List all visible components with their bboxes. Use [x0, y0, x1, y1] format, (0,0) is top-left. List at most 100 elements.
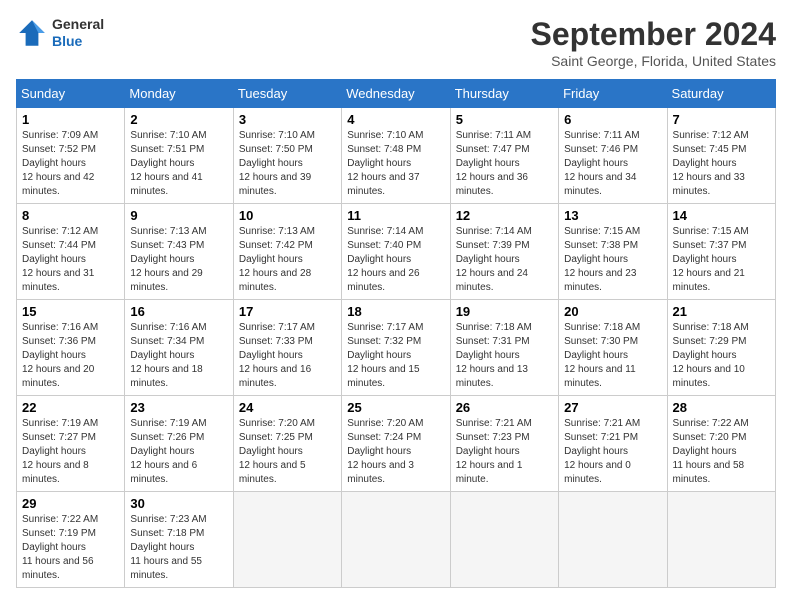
- day-number: 29: [22, 496, 119, 511]
- day-cell: 12 Sunrise: 7:14 AM Sunset: 7:39 PM Dayl…: [450, 204, 558, 300]
- day-cell: 9 Sunrise: 7:13 AM Sunset: 7:43 PM Dayli…: [125, 204, 233, 300]
- day-info: Sunrise: 7:14 AM Sunset: 7:39 PM Dayligh…: [456, 225, 553, 295]
- day-cell: 7 Sunrise: 7:12 AM Sunset: 7:45 PM Dayli…: [667, 108, 775, 204]
- day-info: Sunrise: 7:23 AM Sunset: 7:18 PM Dayligh…: [130, 513, 227, 583]
- col-friday: Friday: [559, 80, 667, 108]
- day-number: 16: [130, 304, 227, 319]
- day-cell: 30 Sunrise: 7:23 AM Sunset: 7:18 PM Dayl…: [125, 492, 233, 588]
- day-cell: 26 Sunrise: 7:21 AM Sunset: 7:23 PM Dayl…: [450, 396, 558, 492]
- day-number: 5: [456, 112, 553, 127]
- day-number: 4: [347, 112, 444, 127]
- day-number: 22: [22, 400, 119, 415]
- day-info: Sunrise: 7:17 AM Sunset: 7:33 PM Dayligh…: [239, 321, 336, 391]
- day-cell: 18 Sunrise: 7:17 AM Sunset: 7:32 PM Dayl…: [342, 300, 450, 396]
- day-number: 21: [673, 304, 770, 319]
- day-cell: 10 Sunrise: 7:13 AM Sunset: 7:42 PM Dayl…: [233, 204, 341, 300]
- day-cell: 25 Sunrise: 7:20 AM Sunset: 7:24 PM Dayl…: [342, 396, 450, 492]
- col-thursday: Thursday: [450, 80, 558, 108]
- col-monday: Monday: [125, 80, 233, 108]
- day-number: 23: [130, 400, 227, 415]
- title-block: September 2024 Saint George, Florida, Un…: [531, 16, 776, 69]
- logo: General Blue: [16, 16, 104, 50]
- day-cell: 28 Sunrise: 7:22 AM Sunset: 7:20 PM Dayl…: [667, 396, 775, 492]
- day-number: 18: [347, 304, 444, 319]
- day-info: Sunrise: 7:11 AM Sunset: 7:47 PM Dayligh…: [456, 129, 553, 199]
- day-number: 24: [239, 400, 336, 415]
- day-info: Sunrise: 7:10 AM Sunset: 7:48 PM Dayligh…: [347, 129, 444, 199]
- day-number: 11: [347, 208, 444, 223]
- day-info: Sunrise: 7:13 AM Sunset: 7:43 PM Dayligh…: [130, 225, 227, 295]
- day-cell: 1 Sunrise: 7:09 AM Sunset: 7:52 PM Dayli…: [17, 108, 125, 204]
- day-number: 3: [239, 112, 336, 127]
- logo-general: General: [52, 16, 104, 33]
- day-cell: 23 Sunrise: 7:19 AM Sunset: 7:26 PM Dayl…: [125, 396, 233, 492]
- day-number: 9: [130, 208, 227, 223]
- day-number: 12: [456, 208, 553, 223]
- day-number: 1: [22, 112, 119, 127]
- col-tuesday: Tuesday: [233, 80, 341, 108]
- day-info: Sunrise: 7:16 AM Sunset: 7:34 PM Dayligh…: [130, 321, 227, 391]
- day-cell: 17 Sunrise: 7:17 AM Sunset: 7:33 PM Dayl…: [233, 300, 341, 396]
- day-info: Sunrise: 7:13 AM Sunset: 7:42 PM Dayligh…: [239, 225, 336, 295]
- day-number: 7: [673, 112, 770, 127]
- day-info: Sunrise: 7:16 AM Sunset: 7:36 PM Dayligh…: [22, 321, 119, 391]
- day-info: Sunrise: 7:10 AM Sunset: 7:50 PM Dayligh…: [239, 129, 336, 199]
- day-info: Sunrise: 7:10 AM Sunset: 7:51 PM Dayligh…: [130, 129, 227, 199]
- day-cell: 11 Sunrise: 7:14 AM Sunset: 7:40 PM Dayl…: [342, 204, 450, 300]
- day-info: Sunrise: 7:19 AM Sunset: 7:26 PM Dayligh…: [130, 417, 227, 487]
- day-info: Sunrise: 7:21 AM Sunset: 7:21 PM Dayligh…: [564, 417, 661, 487]
- day-info: Sunrise: 7:18 AM Sunset: 7:30 PM Dayligh…: [564, 321, 661, 391]
- day-number: 8: [22, 208, 119, 223]
- day-number: 6: [564, 112, 661, 127]
- day-info: Sunrise: 7:09 AM Sunset: 7:52 PM Dayligh…: [22, 129, 119, 199]
- day-info: Sunrise: 7:20 AM Sunset: 7:24 PM Dayligh…: [347, 417, 444, 487]
- day-cell: [342, 492, 450, 588]
- day-cell: 24 Sunrise: 7:20 AM Sunset: 7:25 PM Dayl…: [233, 396, 341, 492]
- day-cell: 20 Sunrise: 7:18 AM Sunset: 7:30 PM Dayl…: [559, 300, 667, 396]
- day-info: Sunrise: 7:15 AM Sunset: 7:38 PM Dayligh…: [564, 225, 661, 295]
- day-cell: 5 Sunrise: 7:11 AM Sunset: 7:47 PM Dayli…: [450, 108, 558, 204]
- week-row-5: 29 Sunrise: 7:22 AM Sunset: 7:19 PM Dayl…: [17, 492, 776, 588]
- day-cell: 14 Sunrise: 7:15 AM Sunset: 7:37 PM Dayl…: [667, 204, 775, 300]
- day-info: Sunrise: 7:11 AM Sunset: 7:46 PM Dayligh…: [564, 129, 661, 199]
- location-title: Saint George, Florida, United States: [531, 53, 776, 69]
- day-cell: 21 Sunrise: 7:18 AM Sunset: 7:29 PM Dayl…: [667, 300, 775, 396]
- day-number: 10: [239, 208, 336, 223]
- day-cell: 15 Sunrise: 7:16 AM Sunset: 7:36 PM Dayl…: [17, 300, 125, 396]
- day-info: Sunrise: 7:20 AM Sunset: 7:25 PM Dayligh…: [239, 417, 336, 487]
- col-sunday: Sunday: [17, 80, 125, 108]
- calendar-table: Sunday Monday Tuesday Wednesday Thursday…: [16, 79, 776, 588]
- day-cell: [559, 492, 667, 588]
- week-row-3: 15 Sunrise: 7:16 AM Sunset: 7:36 PM Dayl…: [17, 300, 776, 396]
- day-cell: 4 Sunrise: 7:10 AM Sunset: 7:48 PM Dayli…: [342, 108, 450, 204]
- logo-blue: Blue: [52, 33, 104, 50]
- day-info: Sunrise: 7:18 AM Sunset: 7:31 PM Dayligh…: [456, 321, 553, 391]
- col-wednesday: Wednesday: [342, 80, 450, 108]
- day-number: 26: [456, 400, 553, 415]
- day-cell: 22 Sunrise: 7:19 AM Sunset: 7:27 PM Dayl…: [17, 396, 125, 492]
- day-number: 2: [130, 112, 227, 127]
- day-cell: 6 Sunrise: 7:11 AM Sunset: 7:46 PM Dayli…: [559, 108, 667, 204]
- logo-text: General Blue: [52, 16, 104, 50]
- day-info: Sunrise: 7:18 AM Sunset: 7:29 PM Dayligh…: [673, 321, 770, 391]
- day-number: 17: [239, 304, 336, 319]
- day-info: Sunrise: 7:12 AM Sunset: 7:44 PM Dayligh…: [22, 225, 119, 295]
- day-cell: 2 Sunrise: 7:10 AM Sunset: 7:51 PM Dayli…: [125, 108, 233, 204]
- day-info: Sunrise: 7:22 AM Sunset: 7:19 PM Dayligh…: [22, 513, 119, 583]
- day-info: Sunrise: 7:22 AM Sunset: 7:20 PM Dayligh…: [673, 417, 770, 487]
- day-cell: [667, 492, 775, 588]
- header-row: Sunday Monday Tuesday Wednesday Thursday…: [17, 80, 776, 108]
- day-cell: [450, 492, 558, 588]
- day-cell: 16 Sunrise: 7:16 AM Sunset: 7:34 PM Dayl…: [125, 300, 233, 396]
- day-number: 20: [564, 304, 661, 319]
- day-number: 14: [673, 208, 770, 223]
- day-cell: 19 Sunrise: 7:18 AM Sunset: 7:31 PM Dayl…: [450, 300, 558, 396]
- day-cell: 27 Sunrise: 7:21 AM Sunset: 7:21 PM Dayl…: [559, 396, 667, 492]
- day-cell: 13 Sunrise: 7:15 AM Sunset: 7:38 PM Dayl…: [559, 204, 667, 300]
- col-saturday: Saturday: [667, 80, 775, 108]
- header: General Blue September 2024 Saint George…: [16, 16, 776, 69]
- logo-icon: [16, 17, 48, 49]
- day-cell: 8 Sunrise: 7:12 AM Sunset: 7:44 PM Dayli…: [17, 204, 125, 300]
- week-row-2: 8 Sunrise: 7:12 AM Sunset: 7:44 PM Dayli…: [17, 204, 776, 300]
- day-number: 30: [130, 496, 227, 511]
